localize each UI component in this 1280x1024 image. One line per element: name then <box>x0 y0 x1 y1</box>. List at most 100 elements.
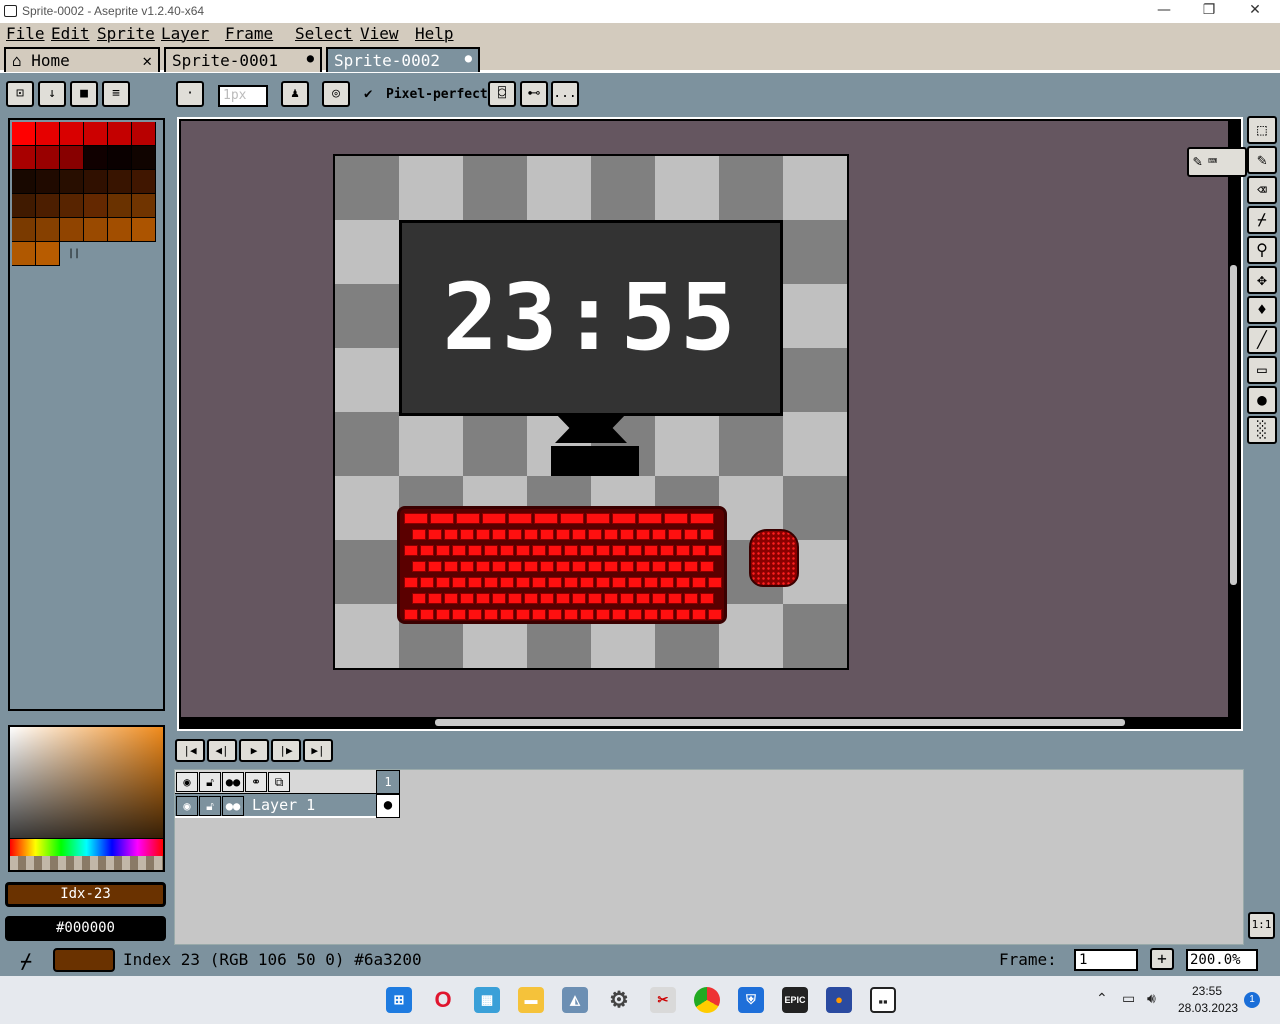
first-frame-icon[interactable]: |◀ <box>175 739 205 762</box>
background-color-button[interactable]: #000000 <box>5 916 166 941</box>
links-header-icon[interactable]: ⚭ <box>245 772 267 792</box>
layer-lock-icon[interactable]: 🔓︎ <box>199 796 221 816</box>
onion-skin-icon[interactable]: ⧉ <box>268 772 290 792</box>
palette-resize-handle[interactable]: || <box>68 248 80 259</box>
play-icon[interactable]: ▶ <box>239 739 269 762</box>
zoom-tool-icon[interactable]: ⚲ <box>1247 236 1277 264</box>
control-panel-icon[interactable]: ▦ <box>474 987 500 1013</box>
add-frame-button[interactable]: + <box>1150 948 1174 970</box>
pencil-icon[interactable]: ✎ <box>1193 152 1202 170</box>
foreground-color-button[interactable]: Idx-23 <box>5 882 166 907</box>
photos-icon[interactable]: ◭ <box>562 987 588 1013</box>
menu-view[interactable]: View <box>360 24 399 43</box>
palette-swatch[interactable] <box>12 170 36 194</box>
opacity-icon[interactable]: ◎ <box>322 81 350 107</box>
start-menu-icon[interactable]: ⊞ <box>386 987 412 1013</box>
move-tool-icon[interactable]: ✥ <box>1247 266 1277 294</box>
menu-sprite[interactable]: Sprite <box>97 24 155 43</box>
chevron-up-icon[interactable]: ⌃ <box>1096 990 1108 1007</box>
layer-name[interactable]: Layer 1 <box>252 796 315 814</box>
tab-modified-icon[interactable]: ● <box>307 51 314 65</box>
layer-row[interactable]: ◉ 🔓︎ ●● Layer 1 ● <box>175 794 400 818</box>
palette-swatch[interactable] <box>60 218 84 242</box>
vertical-scroll-thumb[interactable] <box>1230 265 1237 585</box>
zoom-1-1-button[interactable]: 1:1 <box>1248 912 1275 939</box>
palette-swatch[interactable] <box>12 242 36 266</box>
palette-swatch[interactable] <box>108 218 132 242</box>
palette-swatch[interactable] <box>36 122 60 146</box>
palette-swatch[interactable] <box>84 170 108 194</box>
continuous-header-icon[interactable]: ●● <box>222 772 244 792</box>
palette-swatch[interactable] <box>60 170 84 194</box>
taskbar-date[interactable]: 28.03.2023 <box>1178 1001 1238 1015</box>
alpha-slider[interactable] <box>10 856 163 870</box>
eyedropper-tool-icon[interactable]: ⌿ <box>1247 206 1277 234</box>
blur-tool-icon[interactable]: ░ <box>1247 416 1277 444</box>
volume-icon[interactable]: 🔊︎ <box>1147 990 1156 1007</box>
settings-icon[interactable]: ⚙ <box>606 987 632 1013</box>
tab-modified-icon[interactable]: ● <box>465 51 472 65</box>
palette-swatch[interactable] <box>60 122 84 146</box>
palette-swatch[interactable] <box>132 146 156 170</box>
palette-swatch[interactable] <box>84 218 108 242</box>
tab-sprite-0002[interactable]: Sprite-0002 ● <box>326 47 480 72</box>
line-tool-icon[interactable]: ╱ <box>1247 326 1277 354</box>
defender-icon[interactable]: ⛨ <box>738 987 764 1013</box>
brush-type-icon[interactable]: · <box>176 81 204 107</box>
palette-swatch[interactable] <box>108 170 132 194</box>
sprite-canvas[interactable]: 23:55 <box>333 154 849 670</box>
dynamics-icon[interactable]: ⊷ <box>520 81 548 107</box>
taskbar-time[interactable]: 23:55 <box>1192 984 1222 998</box>
lock-palette-icon[interactable]: ⊡ <box>6 81 34 107</box>
pixel-perfect-checkbox-icon[interactable]: ✔ <box>364 86 372 102</box>
fill-tool-icon[interactable]: ♦ <box>1247 296 1277 324</box>
horizontal-scroll-thumb[interactable] <box>435 719 1125 726</box>
palette-swatch[interactable] <box>84 194 108 218</box>
palette-grid[interactable] <box>12 122 157 282</box>
opera-icon[interactable]: O <box>430 987 456 1013</box>
hue-slider[interactable] <box>10 838 163 856</box>
close-button[interactable]: ✕ <box>1243 2 1267 20</box>
game-app-icon[interactable]: ● <box>826 987 852 1013</box>
palette-swatch[interactable] <box>60 194 84 218</box>
palette-swatch[interactable] <box>36 170 60 194</box>
palette-swatch[interactable] <box>132 170 156 194</box>
palette-swatch[interactable] <box>108 122 132 146</box>
palette-swatch[interactable] <box>84 146 108 170</box>
rectangle-tool-icon[interactable]: ▭ <box>1247 356 1277 384</box>
palette-swatch[interactable] <box>12 218 36 242</box>
palette-swatch[interactable] <box>132 218 156 242</box>
tab-home[interactable]: ⌂ Home ✕ <box>4 47 160 72</box>
epic-games-icon[interactable]: EPIC <box>782 987 808 1013</box>
network-icon[interactable]: ▭ <box>1122 990 1135 1007</box>
symmetry-icon[interactable]: ⌼ <box>488 81 516 107</box>
cel-keyframe-icon[interactable]: ● <box>376 794 400 818</box>
palette-swatch[interactable] <box>36 146 60 170</box>
tab-home-close-icon[interactable]: ✕ <box>142 51 152 70</box>
contour-tool-icon[interactable]: ● <box>1247 386 1277 414</box>
next-frame-icon[interactable]: |▶ <box>271 739 301 762</box>
palette-swatch[interactable] <box>12 194 36 218</box>
lock-header-icon[interactable]: 🔓︎ <box>199 772 221 792</box>
sort-palette-icon[interactable]: ↓ <box>38 81 66 107</box>
pencil-tool-popup[interactable]: ✎ ⌨ <box>1187 147 1247 177</box>
pixel-perfect-label[interactable]: Pixel-perfect <box>386 87 488 102</box>
editor-background[interactable]: 23:55 <box>181 121 1229 717</box>
palette-swatch[interactable] <box>36 242 60 266</box>
aseprite-taskbar-icon[interactable]: ▪▪ <box>870 987 896 1013</box>
notification-badge[interactable]: 1 <box>1244 992 1260 1008</box>
tab-sprite-0001[interactable]: Sprite-0001 ● <box>164 47 322 72</box>
palette-swatch[interactable] <box>60 146 84 170</box>
ink-type-icon[interactable]: ♟ <box>281 81 309 107</box>
palette-swatch[interactable] <box>12 146 36 170</box>
palette-swatch[interactable] <box>132 122 156 146</box>
layer-continuous-icon[interactable]: ●● <box>222 796 244 816</box>
menu-select[interactable]: Select <box>295 24 353 43</box>
snipping-tool-icon[interactable]: ✂ <box>650 987 676 1013</box>
palette-swatch[interactable] <box>108 194 132 218</box>
palette-swatch[interactable] <box>36 218 60 242</box>
chrome-icon[interactable] <box>694 987 720 1013</box>
brush-size-input[interactable]: 1px <box>218 85 268 107</box>
palette-preset-icon[interactable]: ■ <box>70 81 98 107</box>
marquee-tool-icon[interactable]: ⬚ <box>1247 116 1277 144</box>
